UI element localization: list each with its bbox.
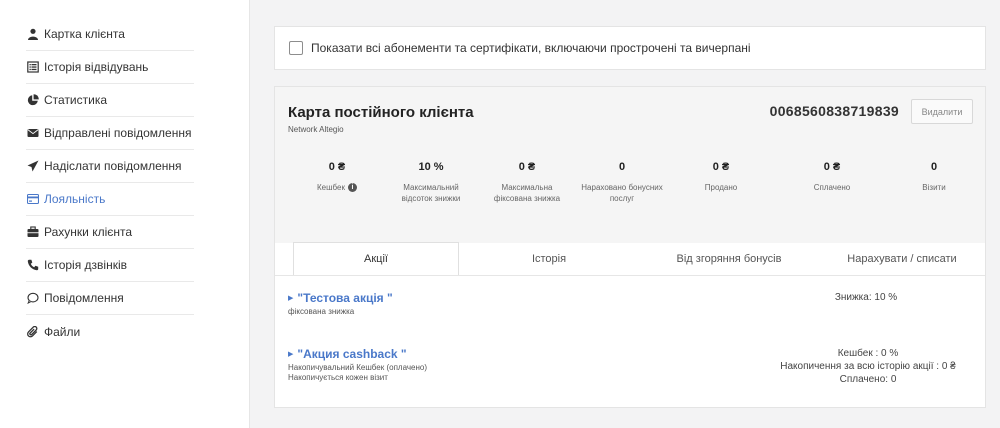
sidebar-item-label: Історія відвідувань — [44, 60, 149, 74]
caret-right-icon: ▶ — [288, 295, 294, 302]
sidebar-item-client-accounts[interactable]: Рахунки клієнта — [26, 216, 194, 249]
card-tabs: Акції Історія Від згоряння бонусів Нарах… — [275, 242, 985, 275]
stat-label: Візити — [891, 182, 977, 193]
stat-bonus-services: 0 Нараховано бонусних послуг — [575, 161, 669, 204]
show-all-checkbox[interactable] — [289, 41, 303, 55]
sidebar-item-send-message[interactable]: Надіслати повідомлення — [26, 150, 194, 183]
sidebar-item-client-card[interactable]: Картка клієнта — [26, 18, 194, 51]
stat-value: 0 — [618, 161, 626, 173]
stat-label-line: Максимальний — [403, 183, 459, 192]
stat-max-fixed-discount: 0 ₴ Максимальна фіксована знижка — [479, 161, 575, 204]
sidebar-item-sent-messages[interactable]: Відправлені повідомлення — [26, 117, 194, 150]
sidebar-item-visit-history[interactable]: Історія відвідувань — [26, 51, 194, 84]
paper-plane-icon — [26, 159, 40, 173]
stat-value: 0 ₴ — [712, 161, 730, 173]
sidebar-item-label: Статистика — [44, 93, 108, 107]
delete-button[interactable]: Видалити — [911, 99, 973, 124]
tab-promotions[interactable]: Акції — [293, 242, 459, 275]
sidebar-item-label: Лояльність — [44, 192, 106, 206]
tab-history[interactable]: Історія — [459, 243, 639, 275]
caret-right-icon: ▶ — [288, 351, 294, 358]
sidebar-item-label: Відправлені повідомлення — [44, 126, 192, 140]
stat-label: Продано — [669, 182, 773, 193]
promotion-item: ▶ "Тестова акція " фіксована знижка Знижк… — [288, 291, 978, 317]
sidebar-item-label: Історія дзвінків — [44, 258, 128, 272]
promotion-name-text: "Тестова акція " — [297, 291, 393, 305]
promotion-summary: Знижка: 10 % — [778, 291, 954, 304]
tabs-divider — [275, 275, 985, 276]
stat-value: 0 — [930, 161, 938, 173]
stat-label: Нараховано бонусних послуг — [575, 182, 669, 204]
paperclip-icon — [26, 325, 40, 339]
stat-label: Сплачено — [773, 182, 891, 193]
stat-label: Максимальна фіксована знижка — [479, 182, 575, 204]
stat-value: 0 ₴ — [823, 161, 841, 173]
card-header: Карта постійного клієнта Network Altegio… — [275, 87, 985, 243]
sidebar-item-label: Рахунки клієнта — [44, 225, 133, 239]
wallet-icon — [26, 225, 40, 239]
tab-accrue-writeoff[interactable]: Нарахувати / списати — [819, 243, 985, 275]
sidebar-item-label: Файли — [44, 324, 81, 339]
envelope-icon — [26, 126, 40, 140]
loyalty-card: Карта постійного клієнта Network Altegio… — [274, 86, 986, 408]
stat-label-text: Продано — [704, 183, 738, 192]
promotion-description-line: фіксована знижка — [288, 307, 355, 316]
sidebar-nav: Картка клієнта Історія відвідувань Стати… — [26, 18, 194, 348]
promotion-summary-line: Сплачено: 0 — [839, 374, 897, 385]
sidebar-item-label: Картка клієнта — [44, 27, 125, 41]
stat-label-line: відсоток знижки — [401, 194, 461, 203]
info-icon[interactable]: i — [347, 183, 357, 192]
stat-label-text: Візити — [922, 183, 946, 192]
card-stats: 0 ₴ Кешбек i 10 % Максимальний відсоток … — [275, 161, 985, 204]
stat-cashback: 0 ₴ Кешбек i — [291, 161, 383, 204]
tab-bonus-expiry[interactable]: Від згоряння бонусів — [639, 243, 819, 275]
list-icon — [26, 60, 40, 74]
credit-card-icon — [26, 192, 40, 206]
stat-label: Кешбек i — [291, 182, 383, 193]
sidebar-item-call-history[interactable]: Історія дзвінків — [26, 249, 194, 282]
stat-sold: 0 ₴ Продано — [669, 161, 773, 204]
promotion-summary-line: Накопичення за всю історію акції : 0 ₴ — [780, 361, 956, 372]
comment-icon — [26, 291, 40, 305]
stat-value: 0 ₴ — [518, 161, 536, 173]
stat-label-text: Кешбек — [317, 183, 345, 192]
sidebar-item-label: Повідомлення — [44, 291, 124, 305]
sidebar-item-label: Надіслати повідомлення — [44, 159, 182, 173]
stat-paid: 0 ₴ Сплачено — [773, 161, 891, 204]
card-subtitle: Network Altegio — [288, 125, 344, 134]
promotion-name-text: "Акция cashback " — [297, 347, 407, 361]
card-title: Карта постійного клієнта — [288, 104, 474, 121]
stat-label: Максимальний відсоток знижки — [383, 182, 479, 204]
stat-label-line: послуг — [609, 194, 635, 203]
pie-chart-icon — [26, 93, 40, 107]
stat-label-line: Нараховано бонусних — [581, 183, 663, 192]
stat-value: 10 % — [418, 161, 444, 173]
card-number: 0068560838719839 — [769, 103, 899, 119]
show-all-filter[interactable]: Показати всі абонементи та сертифікати, … — [274, 26, 986, 70]
sidebar-item-messages[interactable]: Повідомлення — [26, 282, 194, 315]
stat-value: 0 ₴ — [328, 161, 346, 173]
user-icon — [26, 27, 40, 41]
sidebar-item-loyalty[interactable]: Лояльність — [26, 183, 194, 216]
promotion-summary: Кешбек : 0 % Накопичення за всю історію … — [758, 347, 978, 386]
promotion-item: ▶ "Акция cashback " Накопичувальний Кешбе… — [288, 347, 978, 386]
promotion-summary-line: Кешбек : 0 % — [837, 348, 899, 359]
sidebar-item-files[interactable]: Файли — [26, 315, 194, 348]
main-content: Показати всі абонементи та сертифікати, … — [250, 0, 1000, 428]
phone-icon — [26, 258, 40, 272]
sidebar: Картка клієнта Історія відвідувань Стати… — [0, 0, 250, 428]
promotion-description: фіксована знижка — [288, 307, 978, 317]
show-all-label: Показати всі абонементи та сертифікати, … — [311, 41, 751, 55]
stat-visits: 0 Візити — [891, 161, 977, 204]
sidebar-item-statistics[interactable]: Статистика — [26, 84, 194, 117]
promotion-summary-line: Знижка: 10 % — [834, 292, 898, 303]
stat-label-line: фіксована знижка — [493, 194, 561, 203]
stat-label-text: Сплачено — [813, 183, 851, 192]
stat-max-discount-percent: 10 % Максимальний відсоток знижки — [383, 161, 479, 204]
stat-label-line: Максимальна — [501, 183, 553, 192]
